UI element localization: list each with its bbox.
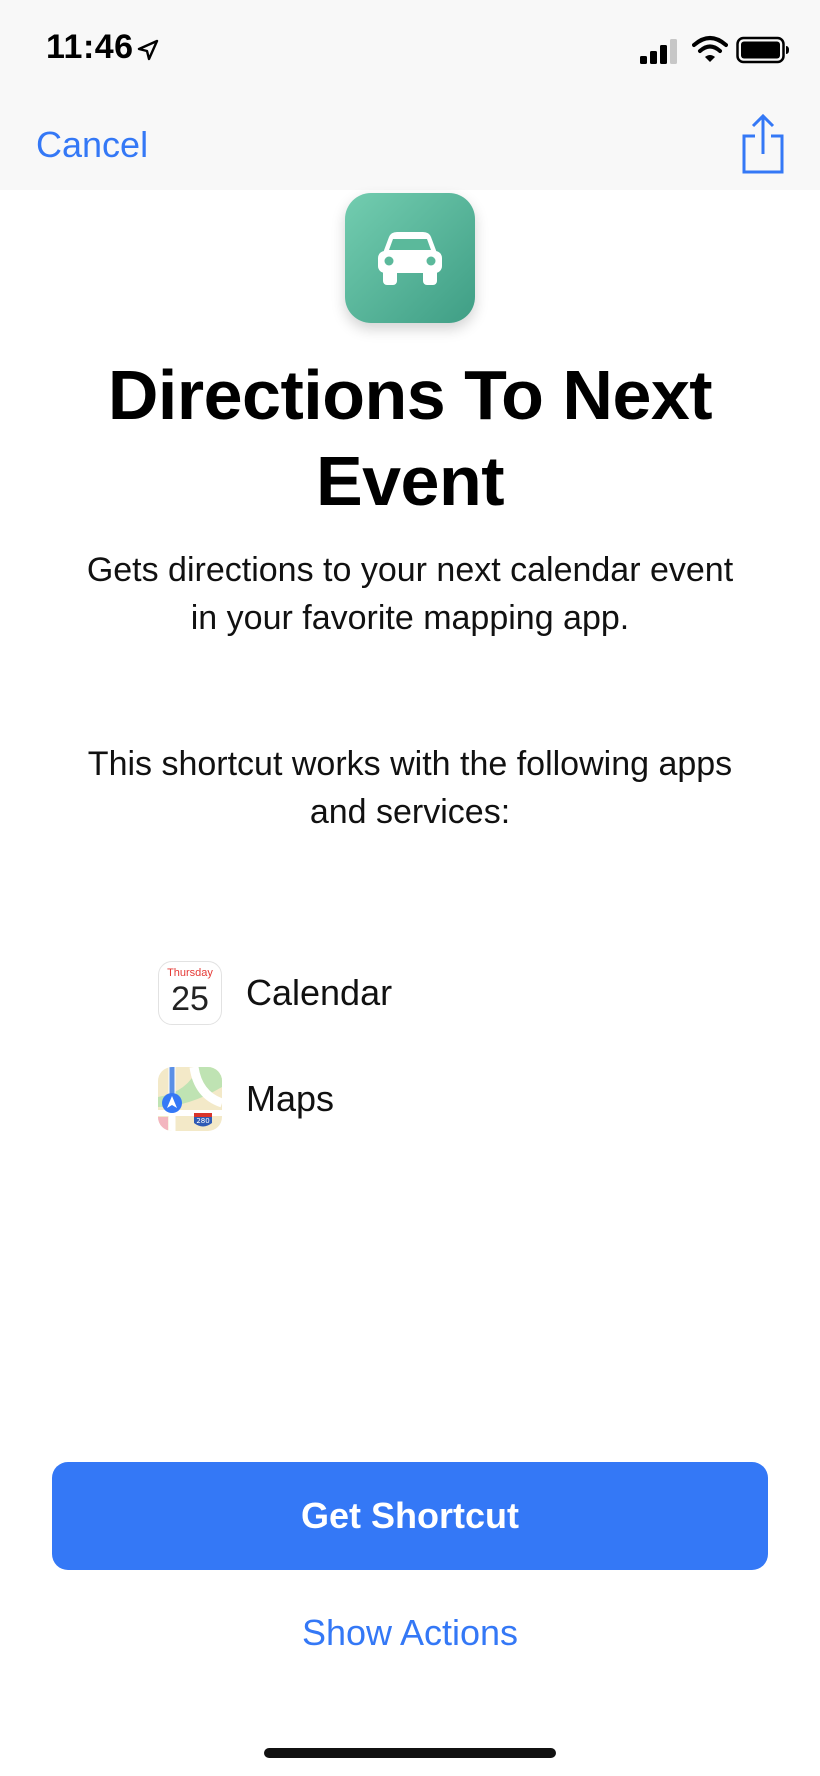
show-actions-button[interactable]: Show Actions (200, 1612, 620, 1654)
app-item-calendar: Thursday 25 Calendar (158, 960, 392, 1026)
calendar-app-icon: Thursday 25 (158, 961, 222, 1025)
location-arrow-icon (137, 39, 159, 61)
shortcut-title: Directions To Next Event (107, 356, 713, 520)
calendar-icon-day: Thursday (167, 967, 213, 979)
wifi-icon (692, 36, 728, 62)
app-label-maps: Maps (246, 1078, 335, 1119)
cancel-button[interactable]: Cancel (36, 124, 148, 166)
car-icon (378, 232, 442, 285)
maps-icon-badge: 280 (196, 1117, 209, 1125)
signal-icon (640, 39, 677, 64)
status-time: 11:46 (46, 28, 134, 66)
calendar-icon-date: 25 (171, 980, 209, 1018)
shortcut-icon-tile (345, 193, 475, 323)
battery-icon (736, 36, 789, 64)
get-shortcut-button[interactable]: Get Shortcut (52, 1462, 768, 1570)
apps-section-heading: This shortcut works with the following a… (87, 745, 733, 831)
share-icon[interactable] (740, 114, 786, 174)
app-item-maps: 280 Maps (158, 1066, 334, 1132)
shortcut-description: Gets directions to your next calendar ev… (86, 551, 734, 637)
app-label-calendar: Calendar (246, 972, 393, 1013)
maps-app-icon: 280 (158, 1067, 222, 1131)
home-indicator[interactable] (264, 1748, 556, 1758)
